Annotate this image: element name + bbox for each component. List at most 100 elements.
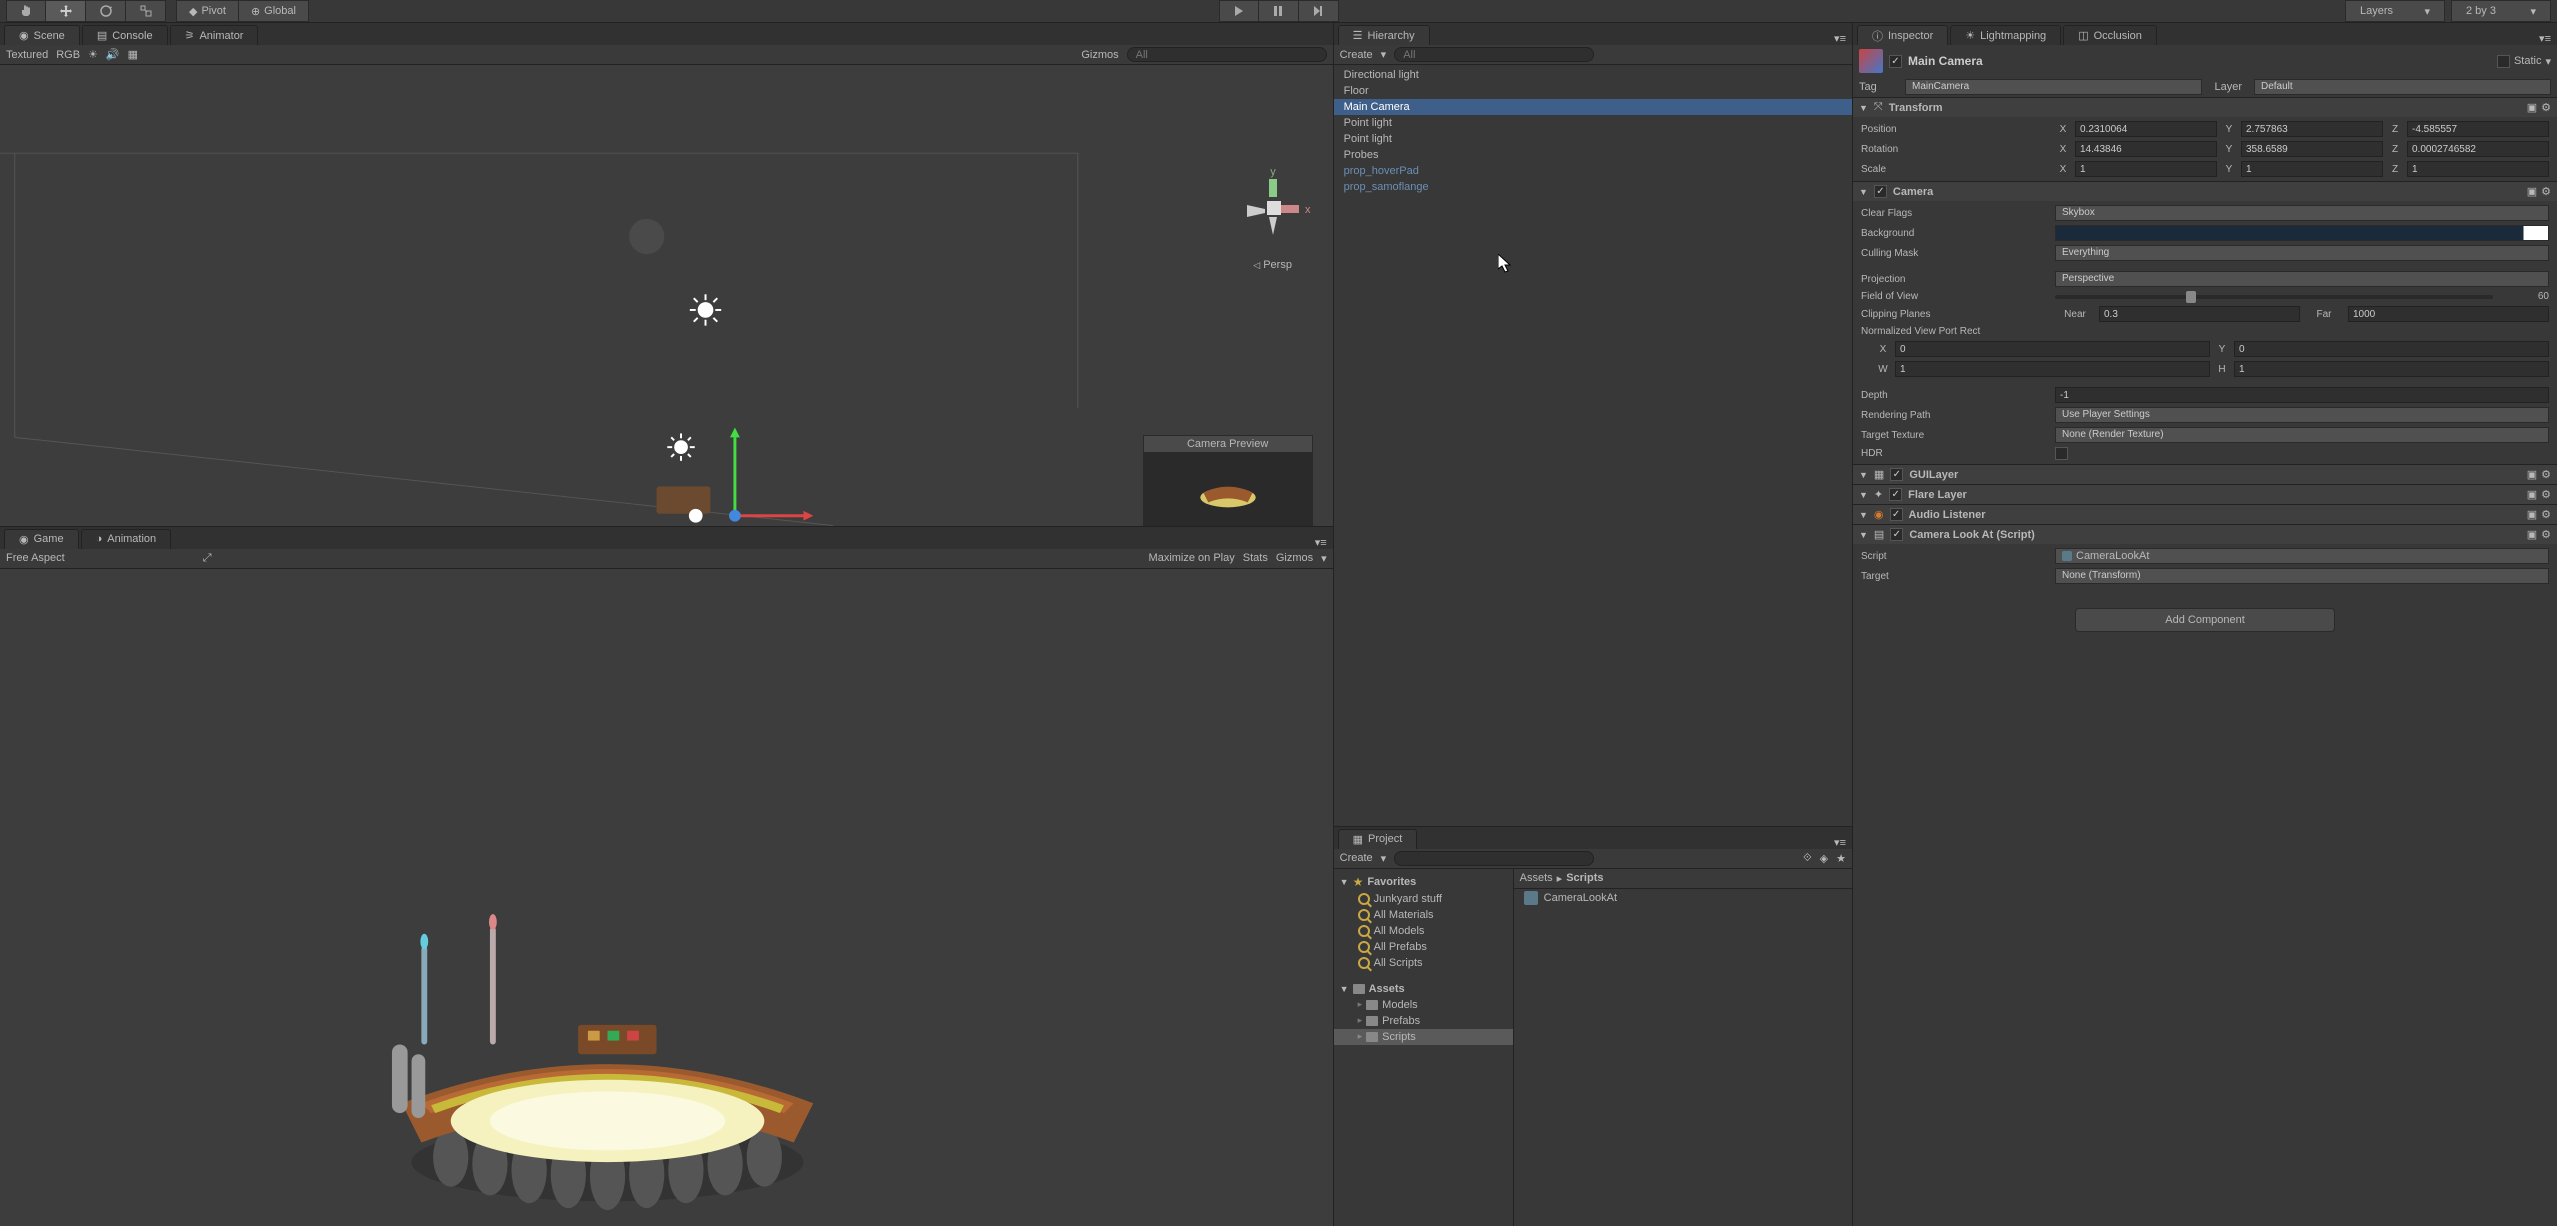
scale-z[interactable] xyxy=(2407,161,2549,177)
project-tree-item[interactable]: ▸Scripts xyxy=(1334,1029,1513,1045)
script-field[interactable]: CameraLookAt xyxy=(2055,548,2549,564)
tab-hierarchy[interactable]: ☰Hierarchy xyxy=(1338,25,1430,45)
hierarchy-item[interactable]: Directional light xyxy=(1334,67,1852,83)
pause-button[interactable] xyxy=(1259,0,1299,22)
camera-enabled[interactable] xyxy=(1874,185,1887,198)
gizmos-dropdown[interactable]: Gizmos xyxy=(1081,49,1118,61)
shading-mode[interactable]: Textured xyxy=(6,49,48,61)
tab-console[interactable]: ▤Console xyxy=(82,25,168,45)
viewport-y[interactable] xyxy=(2234,341,2549,357)
clear-flags-field[interactable]: Skybox xyxy=(2055,205,2549,221)
tab-scene[interactable]: ◉Scene xyxy=(4,25,80,45)
game-panel-options[interactable]: ▾≡ xyxy=(1315,536,1333,549)
far-field[interactable] xyxy=(2348,306,2549,322)
viewport-x[interactable] xyxy=(1895,341,2210,357)
projection-field[interactable]: Perspective xyxy=(2055,271,2549,287)
target-field[interactable]: None (Transform) xyxy=(2055,568,2549,584)
tab-animation[interactable]: ◑Animation xyxy=(81,529,172,549)
scene-fx-toggle[interactable]: ▦ xyxy=(128,48,138,61)
fov-slider[interactable] xyxy=(2055,295,2493,299)
layout-dropdown[interactable]: 2 by 3▾ xyxy=(2451,0,2551,22)
scale-x[interactable] xyxy=(2075,161,2217,177)
position-y[interactable] xyxy=(2241,121,2383,137)
scene-search[interactable] xyxy=(1127,47,1327,62)
gameobject-icon[interactable] xyxy=(1859,49,1883,73)
project-search[interactable] xyxy=(1394,851,1594,866)
project-asset[interactable]: CameraLookAt xyxy=(1514,889,1852,907)
step-button[interactable] xyxy=(1299,0,1339,22)
project-tree-item[interactable]: ▸Models xyxy=(1334,997,1513,1013)
stats-toggle[interactable]: Stats xyxy=(1243,552,1268,564)
project-tree-item[interactable]: All Scripts xyxy=(1334,955,1513,971)
scene-viewport[interactable]: y x ◁Persp Camera Preview xyxy=(0,65,1333,526)
help-icon[interactable]: ▣ xyxy=(2527,508,2537,521)
tab-inspector[interactable]: ⓘInspector xyxy=(1857,25,1948,45)
project-tree-item[interactable]: ▼★Favorites xyxy=(1334,873,1513,891)
layer-field[interactable]: Default xyxy=(2254,79,2551,95)
scene-light-toggle[interactable]: ☀ xyxy=(88,48,98,61)
hierarchy-item[interactable]: Floor xyxy=(1334,83,1852,99)
static-dropdown[interactable]: ▾ xyxy=(2545,55,2551,68)
project-tree-item[interactable]: All Materials xyxy=(1334,907,1513,923)
audiolistener-enabled[interactable] xyxy=(1890,508,1903,521)
hierarchy-item[interactable]: Point light xyxy=(1334,115,1852,131)
hand-tool[interactable] xyxy=(6,0,46,22)
hierarchy-item[interactable]: prop_samoflange xyxy=(1334,179,1852,195)
tab-lightmapping[interactable]: ☀Lightmapping xyxy=(1950,25,2061,45)
help-icon[interactable]: ▣ xyxy=(2527,488,2537,501)
gear-icon[interactable]: ⚙ xyxy=(2541,528,2551,541)
background-color[interactable] xyxy=(2055,225,2549,241)
layers-dropdown[interactable]: Layers▾ xyxy=(2345,0,2445,22)
game-gizmos-dropdown[interactable]: Gizmos xyxy=(1276,552,1313,564)
global-toggle[interactable]: ⊕Global xyxy=(239,0,309,22)
gear-icon[interactable]: ⚙ xyxy=(2541,468,2551,481)
pivot-toggle[interactable]: ◆Pivot xyxy=(176,0,239,22)
gameobject-name[interactable] xyxy=(1908,54,2491,68)
help-icon[interactable]: ▣ xyxy=(2527,528,2537,541)
project-tree-item[interactable]: ▸Prefabs xyxy=(1334,1013,1513,1029)
hierarchy-item[interactable]: Point light xyxy=(1334,131,1852,147)
transform-header[interactable]: ▼ ⤧ Transform ▣⚙ xyxy=(1853,98,2557,117)
orientation-gizmo[interactable]: y x ◁Persp xyxy=(1233,165,1313,245)
flarelayer-enabled[interactable] xyxy=(1889,488,1902,501)
hierarchy-item[interactable]: Main Camera xyxy=(1334,99,1852,115)
project-tree-item[interactable]: ▼Assets xyxy=(1334,981,1513,997)
gear-icon[interactable]: ⚙ xyxy=(2541,488,2551,501)
viewport-w[interactable] xyxy=(1895,361,2210,377)
breadcrumb-root[interactable]: Assets xyxy=(1520,872,1553,884)
project-filter-1[interactable]: ⟐ xyxy=(1803,852,1812,865)
cameralookat-enabled[interactable] xyxy=(1890,528,1903,541)
scale-tool[interactable] xyxy=(126,0,166,22)
audiolistener-header[interactable]: ▼ ◉ Audio Listener ▣⚙ xyxy=(1853,505,2557,524)
guilayer-enabled[interactable] xyxy=(1890,468,1903,481)
help-icon[interactable]: ▣ xyxy=(2527,185,2537,198)
near-field[interactable] xyxy=(2099,306,2300,322)
project-filter-3[interactable]: ★ xyxy=(1836,852,1846,865)
project-panel-options[interactable]: ▾≡ xyxy=(1834,836,1852,849)
gear-icon[interactable]: ⚙ xyxy=(2541,101,2551,114)
help-icon[interactable]: ▣ xyxy=(2527,468,2537,481)
rotation-z[interactable] xyxy=(2407,141,2549,157)
scene-audio-toggle[interactable]: 🔊 xyxy=(106,48,120,61)
gameobject-enabled[interactable] xyxy=(1889,55,1902,68)
help-icon[interactable]: ▣ xyxy=(2527,101,2537,114)
gear-icon[interactable]: ⚙ xyxy=(2541,185,2551,198)
rendering-path-field[interactable]: Use Player Settings xyxy=(2055,407,2549,423)
breadcrumb-current[interactable]: Scripts xyxy=(1566,872,1603,884)
project-tree-item[interactable]: Junkyard stuff xyxy=(1334,891,1513,907)
rotation-y[interactable] xyxy=(2241,141,2383,157)
scale-y[interactable] xyxy=(2241,161,2383,177)
aspect-dropdown[interactable]: Free Aspect xyxy=(6,552,65,564)
hierarchy-search[interactable] xyxy=(1394,47,1594,62)
tab-project[interactable]: ▦Project xyxy=(1338,829,1418,849)
project-tree-item[interactable]: All Prefabs xyxy=(1334,939,1513,955)
guilayer-header[interactable]: ▼ ▦ GUILayer ▣⚙ xyxy=(1853,465,2557,484)
cameralookat-header[interactable]: ▼ ▤ Camera Look At (Script) ▣⚙ xyxy=(1853,525,2557,544)
rotation-x[interactable] xyxy=(2075,141,2217,157)
project-tree-item[interactable]: All Models xyxy=(1334,923,1513,939)
tab-game[interactable]: ◉Game xyxy=(4,529,79,549)
persp-label[interactable]: ◁Persp xyxy=(1233,259,1313,271)
maximize-toggle[interactable]: Maximize on Play xyxy=(1149,552,1235,564)
tag-field[interactable]: MainCamera xyxy=(1905,79,2202,95)
move-tool[interactable] xyxy=(46,0,86,22)
